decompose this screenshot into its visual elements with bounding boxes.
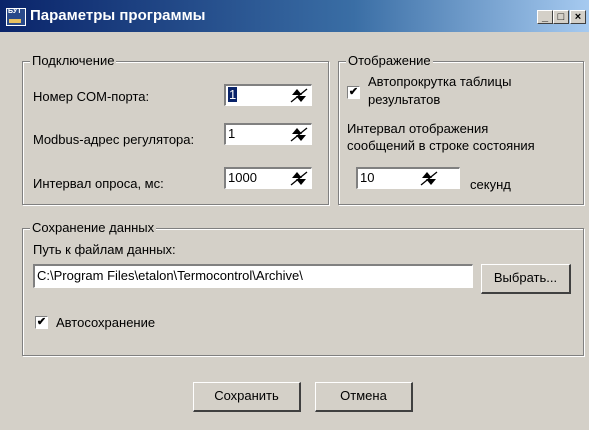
modbus-value: 1 bbox=[228, 126, 236, 141]
autosave-label: Автосохранение bbox=[56, 315, 156, 330]
browse-button[interactable]: Выбрать... bbox=[481, 264, 571, 294]
app-icon-text: БУТ bbox=[8, 8, 22, 15]
close-button[interactable]: × bbox=[570, 10, 586, 24]
path-label: Путь к файлам данных: bbox=[33, 242, 176, 257]
poll-interval-label: Интервал опроса, мс: bbox=[33, 176, 164, 191]
interval-unit: секунд bbox=[470, 177, 511, 192]
window-title: Параметры программы bbox=[30, 7, 206, 24]
com-port-label: Номер COM-порта: bbox=[33, 89, 150, 104]
interval-label-line1: Интервал отображения bbox=[347, 121, 489, 136]
interval-spinner[interactable]: 10 bbox=[356, 167, 460, 189]
modbus-label: Modbus-адрес регулятора: bbox=[33, 132, 195, 147]
spinner-arrows-icon[interactable] bbox=[419, 170, 439, 187]
poll-interval-value: 1000 bbox=[228, 170, 257, 185]
path-input[interactable]: C:\Program Files\etalon\Termocontrol\Arc… bbox=[33, 264, 473, 288]
connection-legend: Подключение bbox=[30, 53, 117, 68]
spinner-arrows-icon[interactable] bbox=[289, 170, 309, 187]
modbus-spinner[interactable]: 1 bbox=[224, 123, 312, 145]
cancel-button[interactable]: Отмена bbox=[315, 382, 413, 412]
settings-dialog: БУТ Параметры программы _ □ × Подключени… bbox=[0, 0, 589, 430]
autoscroll-label-line1: Автопрокрутка таблицы bbox=[368, 74, 512, 89]
interval-label-line2: сообщений в строке состояния bbox=[347, 138, 535, 153]
poll-interval-spinner[interactable]: 1000 bbox=[224, 167, 312, 189]
app-icon: БУТ bbox=[6, 8, 26, 26]
minimize-button[interactable]: _ bbox=[537, 10, 553, 24]
interval-value: 10 bbox=[360, 170, 375, 185]
autosave-checkbox[interactable]: ✔ bbox=[35, 316, 48, 329]
autoscroll-checkbox[interactable]: ✔ bbox=[347, 86, 360, 99]
com-port-spinner[interactable]: 1 bbox=[224, 84, 312, 106]
spinner-arrows-icon[interactable] bbox=[289, 126, 309, 143]
com-port-value: 1 bbox=[228, 87, 238, 102]
title-bar[interactable]: БУТ Параметры программы _ □ × bbox=[0, 0, 589, 32]
autoscroll-label-line2: результатов bbox=[368, 92, 441, 107]
display-legend: Отображение bbox=[346, 53, 433, 68]
saving-legend: Сохранение данных bbox=[30, 220, 157, 235]
save-button[interactable]: Сохранить bbox=[193, 382, 301, 412]
spinner-arrows-icon[interactable] bbox=[289, 87, 309, 104]
maximize-button[interactable]: □ bbox=[553, 10, 569, 24]
